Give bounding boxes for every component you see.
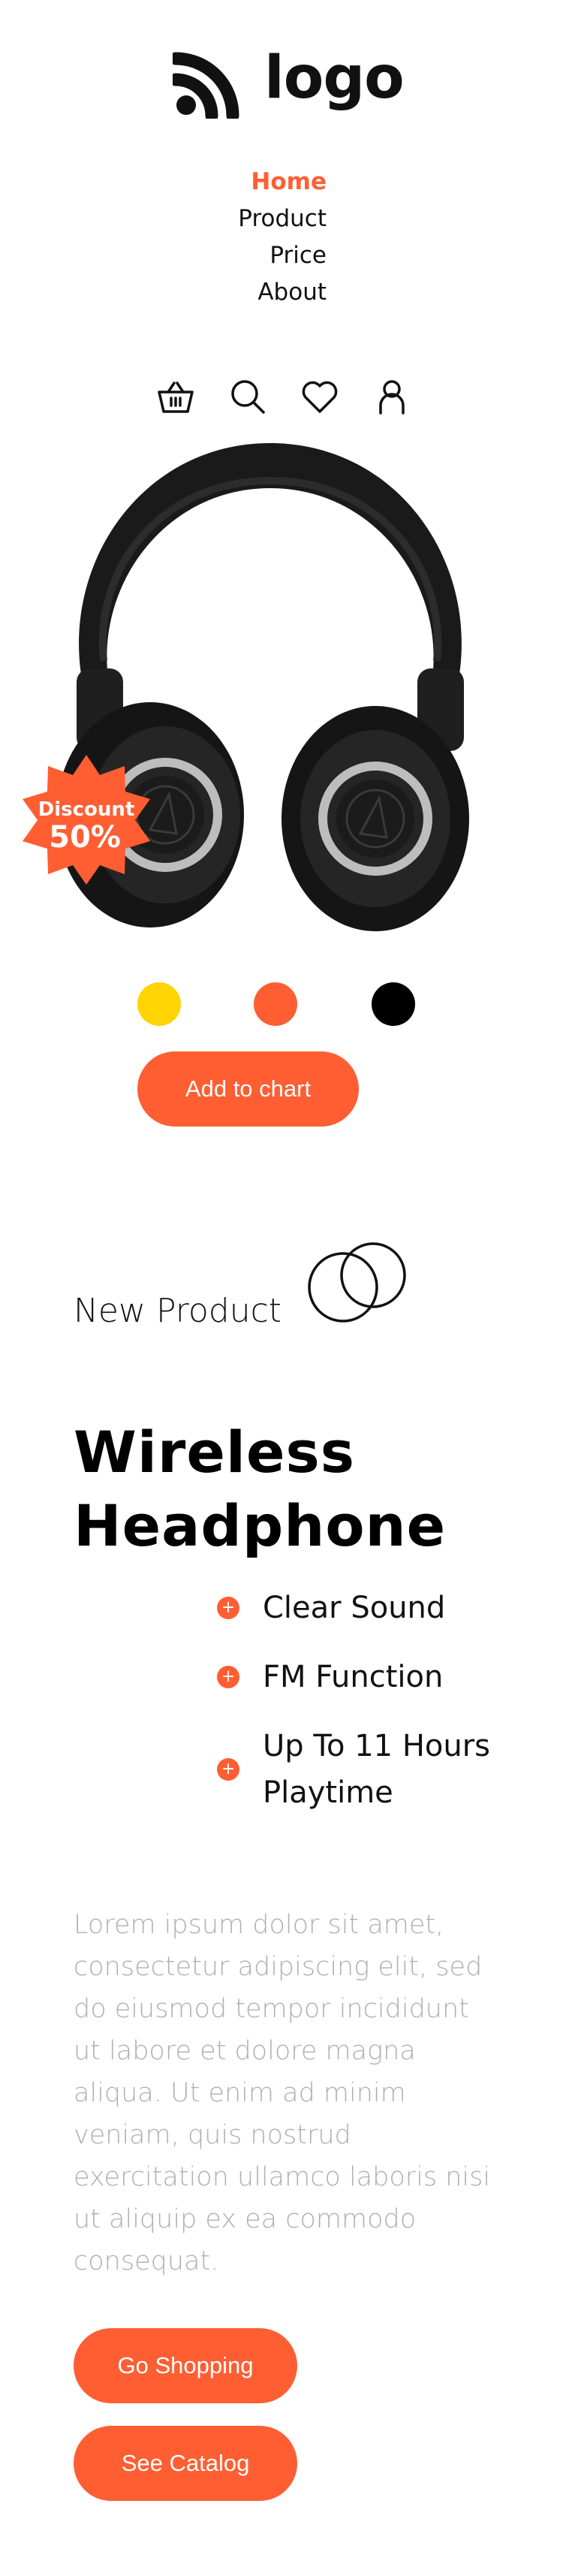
logo-text: logo — [264, 44, 405, 112]
go-shopping-button[interactable]: Go Shopping — [74, 2328, 297, 2403]
color-swatch-orange[interactable] — [254, 982, 297, 1026]
color-swatch-yellow[interactable] — [137, 982, 181, 1026]
search-icon — [231, 380, 265, 414]
signal-waves-icon — [173, 52, 239, 119]
feature-item: + FM Function — [214, 1654, 514, 1700]
new-product-tag: New Product — [74, 1292, 282, 1330]
discount-badge: Discount 50% — [23, 755, 150, 885]
nav-item-price[interactable]: Price — [238, 237, 327, 274]
basket-button[interactable] — [155, 376, 197, 418]
discount-label: Discount — [38, 798, 135, 821]
feature-label: Up To 11 Hours Playtime — [263, 1729, 491, 1810]
heart-icon — [302, 381, 338, 413]
product-title-line2: Headphone — [74, 1492, 447, 1559]
product-description: Lorem ipsum dolor sit amet, consectetur … — [74, 1910, 491, 2276]
feature-item: + Up To 11 Hours Playtime — [214, 1723, 514, 1816]
user-icon — [379, 380, 405, 415]
nav-item-about[interactable]: About — [238, 274, 327, 311]
product-title: Wireless Headphone — [74, 1416, 446, 1563]
rings-decoration — [308, 1242, 406, 1323]
plus-icon: + — [217, 1666, 239, 1688]
plus-icon: + — [217, 1758, 239, 1781]
discount-value: 50% — [49, 820, 121, 855]
product-hero: Discount 50% — [15, 436, 495, 961]
feature-label: FM Function — [263, 1660, 444, 1694]
feature-label: Clear Sound — [263, 1591, 446, 1625]
main-nav: Home Product Price About — [238, 164, 327, 311]
see-catalog-button[interactable]: See Catalog — [74, 2426, 297, 2501]
nav-item-home[interactable]: Home — [238, 164, 327, 201]
brand-logo[interactable]: logo — [173, 44, 405, 119]
add-to-chart-button[interactable]: Add to chart — [137, 1051, 359, 1127]
account-button[interactable] — [371, 376, 413, 418]
product-title-line1: Wireless — [74, 1419, 355, 1486]
feature-list: + Clear Sound + FM Function + Up To 11 H… — [214, 1585, 514, 1838]
plus-icon: + — [217, 1597, 239, 1619]
header-icons — [155, 376, 413, 418]
basket-icon — [158, 382, 194, 413]
favorites-button[interactable] — [299, 376, 341, 418]
search-button[interactable] — [227, 376, 269, 418]
feature-item: + Clear Sound — [214, 1585, 514, 1631]
color-swatch-black[interactable] — [372, 982, 415, 1026]
nav-item-product[interactable]: Product — [238, 201, 327, 237]
